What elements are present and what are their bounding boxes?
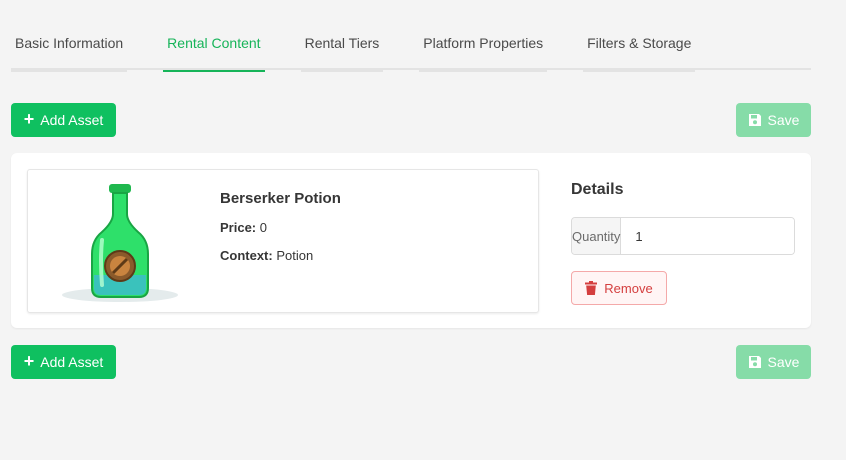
add-asset-button-bottom[interactable]: + Add Asset [11, 345, 116, 379]
tab-platform-properties[interactable]: Platform Properties [419, 16, 547, 72]
potion-bottle-image [62, 184, 178, 302]
quantity-label: Quantity [572, 218, 622, 254]
quantity-input[interactable] [621, 218, 794, 254]
floppy-disk-icon [748, 114, 761, 126]
trash-icon [585, 281, 598, 295]
plus-icon: + [23, 109, 35, 129]
asset-context: Context: Potion [220, 248, 314, 263]
tab-basic-information[interactable]: Basic Information [11, 16, 128, 72]
tab-rental-content[interactable]: Rental Content [163, 16, 265, 72]
tab-rental-tiers[interactable]: Rental Tiers [300, 16, 384, 72]
quantity-field: Quantity [571, 217, 795, 255]
tab-bar: Basic Information Rental Content Rental … [11, 16, 811, 72]
tab-filters-storage[interactable]: Filters & Storage [583, 16, 696, 72]
floppy-disk-icon [748, 356, 761, 368]
plus-icon: + [23, 351, 35, 371]
add-asset-button-top[interactable]: + Add Asset [11, 103, 116, 137]
details-heading: Details [571, 181, 624, 198]
remove-button[interactable]: Remove [571, 271, 667, 305]
rental-content-page: Basic Information Rental Content Rental … [0, 0, 846, 460]
asset-card: Berserker Potion Price: 0 Context: Potio… [11, 153, 811, 328]
asset-name: Berserker Potion [220, 190, 341, 207]
asset-price: Price: 0 [220, 220, 267, 235]
asset-preview: Berserker Potion Price: 0 Context: Potio… [27, 169, 539, 313]
save-button-top[interactable]: Save [736, 103, 811, 137]
save-button-bottom[interactable]: Save [736, 345, 811, 379]
